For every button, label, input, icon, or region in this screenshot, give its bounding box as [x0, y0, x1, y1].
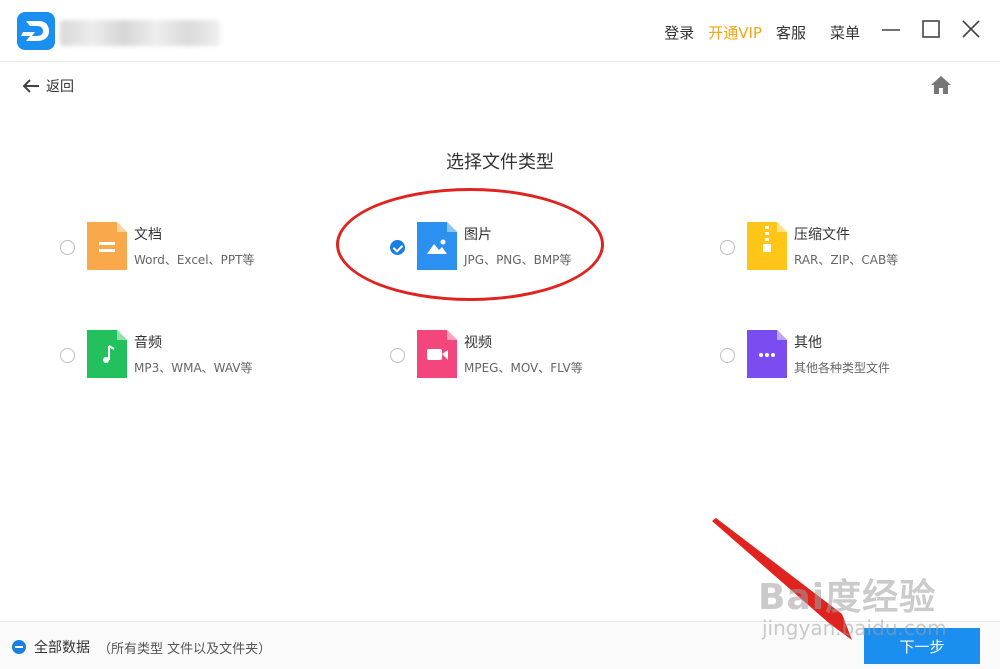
maximize-button[interactable] — [920, 18, 942, 40]
minimize-button[interactable] — [880, 18, 902, 40]
option-desc: 其他各种类型文件 — [794, 361, 891, 375]
close-icon — [962, 20, 980, 38]
radio-other[interactable] — [720, 348, 735, 363]
more-dots-icon — [747, 330, 787, 378]
option-image[interactable]: 图片 JPG、PNG、BMP等 — [390, 222, 690, 278]
blurred-app-name — [60, 20, 220, 46]
option-video[interactable]: 视频 MPEG、MOV、FLV等 — [390, 330, 690, 386]
option-desc: JPG、PNG、BMP等 — [464, 253, 572, 267]
app-logo-icon — [17, 12, 55, 50]
watermark-main: Bai度经验 — [758, 577, 937, 618]
next-step-button[interactable]: 下一步 — [864, 628, 980, 664]
menu-link[interactable]: 菜单 — [830, 22, 860, 43]
minimize-icon — [882, 29, 900, 31]
customer-service-link[interactable]: 客服 — [776, 22, 806, 43]
bottom-bar: 全部数据 （所有类型 文件以及文件夹） 下一步 — [0, 621, 1000, 669]
radio-audio[interactable] — [60, 348, 75, 363]
document-icon — [87, 222, 127, 270]
option-name: 音频 — [134, 335, 162, 351]
radio-archive[interactable] — [720, 240, 735, 255]
option-other[interactable]: 其他 其他各种类型文件 — [720, 330, 1000, 386]
maximize-icon — [922, 20, 940, 38]
option-audio[interactable]: 音频 MP3、WMA、WAV等 — [60, 330, 360, 386]
home-button[interactable] — [930, 74, 952, 96]
zip-icon — [747, 222, 787, 270]
video-camera-icon — [417, 330, 457, 378]
all-data-sub: （所有类型 文件以及文件夹） — [98, 641, 272, 657]
back-label: 返回 — [46, 79, 74, 95]
all-data-label: 全部数据 — [34, 640, 90, 656]
open-vip-link[interactable]: 开通VIP — [708, 22, 762, 43]
radio-image-checked[interactable] — [390, 240, 405, 255]
radio-video[interactable] — [390, 348, 405, 363]
option-name: 图片 — [464, 227, 492, 243]
option-name: 压缩文件 — [794, 227, 850, 243]
music-icon — [87, 330, 127, 378]
option-desc: RAR、ZIP、CAB等 — [794, 253, 899, 267]
back-button[interactable]: 返回 — [22, 76, 74, 96]
option-desc: MPEG、MOV、FLV等 — [464, 361, 583, 375]
window-controls — [880, 18, 982, 40]
top-links: 登录 开通VIP 客服 菜单 — [664, 22, 860, 43]
option-desc: MP3、WMA、WAV等 — [134, 361, 253, 375]
home-icon — [931, 76, 951, 94]
title-bar: 登录 开通VIP 客服 菜单 — [0, 0, 1000, 62]
image-icon — [417, 222, 457, 270]
login-link[interactable]: 登录 — [664, 22, 694, 43]
arrow-left-icon — [22, 79, 39, 93]
close-button[interactable] — [960, 18, 982, 40]
page-title: 选择文件类型 — [446, 152, 554, 173]
option-name: 文档 — [134, 227, 162, 243]
option-archive[interactable]: 压缩文件 RAR、ZIP、CAB等 — [720, 222, 1000, 278]
option-name: 视频 — [464, 335, 492, 351]
nav-bar: 返回 — [0, 62, 1000, 110]
all-data-toggle[interactable]: 全部数据 （所有类型 文件以及文件夹） — [12, 637, 271, 657]
option-document[interactable]: 文档 Word、Excel、PPT等 — [60, 222, 360, 278]
radio-document[interactable] — [60, 240, 75, 255]
option-name: 其他 — [794, 335, 822, 351]
minus-circle-icon — [12, 640, 26, 654]
option-desc: Word、Excel、PPT等 — [134, 253, 255, 267]
